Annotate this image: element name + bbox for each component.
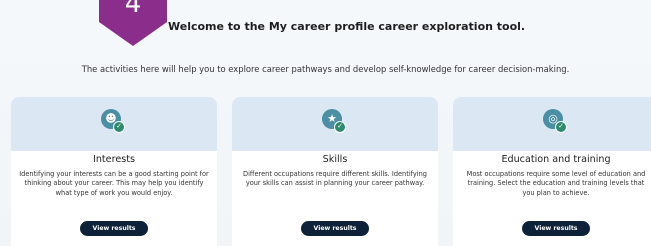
step-badge: 4 xyxy=(99,0,167,46)
view-results-button[interactable]: View results xyxy=(522,221,590,236)
education-card: ◎ ✓ Education and training Most occupati… xyxy=(453,97,651,246)
check-icon: ✓ xyxy=(113,121,125,133)
card-header: ★ ✓ xyxy=(232,97,438,151)
card-description: Different occupations require different … xyxy=(243,170,427,188)
step-number: 4 xyxy=(124,0,142,19)
interests-card: ☻ ✓ Interests Identifying your interests… xyxy=(11,97,217,246)
skills-icon: ★ ✓ xyxy=(322,109,348,135)
check-icon: ✓ xyxy=(334,121,346,133)
card-header: ◎ ✓ xyxy=(453,97,651,151)
check-icon: ✓ xyxy=(555,121,567,133)
card-title: Education and training xyxy=(501,154,611,165)
page-title: Welcome to the My career profile career … xyxy=(168,20,526,33)
education-icon: ◎ ✓ xyxy=(543,109,569,135)
skills-card: ★ ✓ Skills Different occupations require… xyxy=(232,97,438,246)
view-results-button[interactable]: View results xyxy=(301,221,369,236)
card-header: ☻ ✓ xyxy=(11,97,217,151)
card-title: Interests xyxy=(93,154,135,165)
view-results-button[interactable]: View results xyxy=(80,221,148,236)
interests-icon: ☻ ✓ xyxy=(101,109,127,135)
card-description: Most occupations require some level of e… xyxy=(466,170,646,197)
card-description: Identifying your interests can be a good… xyxy=(19,170,209,197)
page-subtitle: The activities here will help you to exp… xyxy=(81,64,570,74)
career-exploration-page: 4 Welcome to the My career profile caree… xyxy=(0,0,651,246)
card-title: Skills xyxy=(322,154,348,165)
